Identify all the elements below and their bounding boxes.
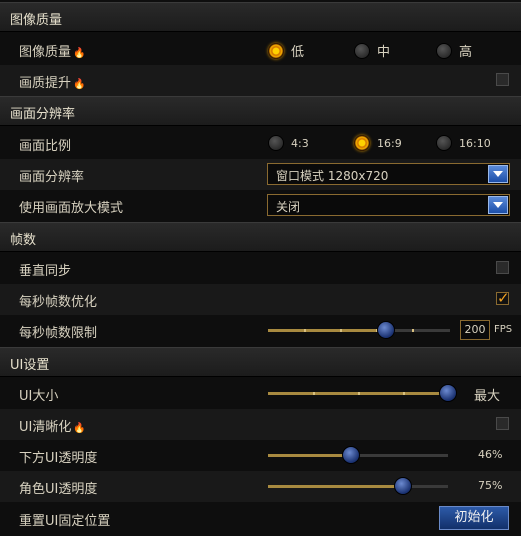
row-label: 下方UI透明度 (19, 451, 98, 466)
row-label: 画面比例 (19, 139, 72, 154)
section-title: 帧数 (10, 233, 37, 248)
radio-label: 16:9 (377, 136, 402, 150)
radio-quality-low[interactable]: 低 (268, 41, 304, 60)
ui-size-value: 最大 (474, 389, 501, 404)
radio-aspect-16-10[interactable]: 16:10 (436, 135, 491, 151)
row-aspect-ratio: 画面比例 4:3 16:9 16:10 (0, 128, 521, 159)
row-label: 每秒帧数限制 (19, 326, 98, 341)
row-label: 画面分辨率 (19, 170, 85, 185)
row-label: 每秒帧数优化 (19, 295, 98, 310)
chevron-down-icon[interactable] (488, 165, 508, 183)
character-ui-opacity-slider[interactable] (268, 477, 448, 495)
radio-label: 4:3 (291, 136, 309, 150)
row-quality-enhance: 画质提升 🔥 (0, 65, 521, 96)
row-label: 画质提升 (19, 76, 72, 91)
fps-unit: FPS (494, 324, 513, 335)
dropdown-value: 窗口模式 1280x720 (276, 169, 389, 183)
slider-knob[interactable] (394, 477, 412, 495)
fps-limit-slider[interactable] (268, 321, 450, 339)
section-title: UI设置 (10, 358, 50, 373)
section-framerate: 帧数 (0, 222, 521, 252)
slider-knob[interactable] (439, 384, 457, 402)
fps-limit-input[interactable]: 200 (460, 320, 490, 340)
flame-icon: 🔥 (73, 48, 86, 59)
radio-label: 低 (291, 45, 305, 60)
radio-dot (354, 135, 370, 151)
initialize-button[interactable]: 初始化 (439, 506, 509, 530)
resolution-dropdown[interactable]: 窗口模式 1280x720 (267, 163, 510, 185)
upscale-dropdown[interactable]: 关闭 (267, 194, 510, 216)
section-title: 画面分辨率 (10, 107, 76, 122)
row-ui-sharpen: UI清晰化 🔥 (0, 409, 521, 440)
radio-dot (354, 42, 370, 59)
vsync-checkbox[interactable] (496, 261, 509, 274)
row-label: 角色UI透明度 (19, 482, 98, 497)
section-ui-settings: UI设置 (0, 347, 521, 377)
radio-quality-high[interactable]: 高 (436, 41, 472, 60)
radio-label: 高 (459, 45, 473, 60)
row-upscale-mode: 使用画面放大模式 关闭 (0, 190, 521, 221)
radio-aspect-4-3[interactable]: 4:3 (268, 135, 309, 151)
row-ui-size: UI大小 最大 (0, 378, 521, 409)
ui-size-slider[interactable] (268, 384, 457, 402)
radio-label: 16:10 (459, 136, 491, 150)
ui-sharpen-checkbox[interactable] (496, 417, 509, 430)
section-image-quality: 图像质量 (0, 2, 521, 32)
slider-knob[interactable] (377, 321, 396, 339)
row-vsync: 垂直同步 (0, 253, 521, 284)
section-resolution: 画面分辨率 (0, 96, 521, 126)
row-label: UI清晰化 (19, 420, 72, 435)
dropdown-value: 关闭 (276, 200, 301, 214)
radio-dot (268, 42, 284, 59)
character-ui-opacity-value: 75% (478, 479, 503, 492)
row-label: 垂直同步 (19, 264, 72, 279)
radio-dot (436, 42, 452, 59)
radio-dot (436, 135, 452, 151)
row-label: 重置UI固定位置 (19, 514, 111, 529)
row-label: 使用画面放大模式 (19, 201, 124, 216)
row-character-ui-opacity: 角色UI透明度 75% (0, 471, 521, 502)
row-fps-limit: 每秒帧数限制 200 FPS (0, 315, 521, 346)
lower-ui-opacity-slider[interactable] (268, 446, 448, 464)
radio-dot (268, 135, 284, 151)
lower-ui-opacity-value: 46% (478, 448, 503, 461)
radio-aspect-16-9[interactable]: 16:9 (354, 135, 402, 151)
row-label: UI大小 (19, 389, 59, 404)
chevron-down-icon[interactable] (488, 196, 508, 214)
radio-quality-medium[interactable]: 中 (354, 41, 390, 60)
row-reset-ui-position: 重置UI固定位置 初始化 (0, 503, 521, 534)
row-resolution: 画面分辨率 窗口模式 1280x720 (0, 159, 521, 190)
slider-knob[interactable] (341, 446, 360, 464)
radio-label: 中 (377, 45, 391, 60)
fps-optimize-checkbox[interactable] (496, 289, 510, 307)
section-title: 图像质量 (10, 13, 63, 28)
row-image-quality: 图像质量 🔥 低 中 高 (0, 34, 521, 65)
row-label: 图像质量 (19, 45, 72, 60)
flame-icon: 🔥 (73, 79, 86, 90)
row-fps-optimize: 每秒帧数优化 (0, 284, 521, 315)
row-lower-ui-opacity: 下方UI透明度 46% (0, 440, 521, 471)
enhance-checkbox[interactable] (496, 73, 509, 86)
settings-panel: 图像质量 图像质量 🔥 低 中 高 画质提升 🔥 画面分辨率 画面比例 4:3 1 (0, 0, 521, 536)
flame-icon: 🔥 (73, 423, 86, 434)
